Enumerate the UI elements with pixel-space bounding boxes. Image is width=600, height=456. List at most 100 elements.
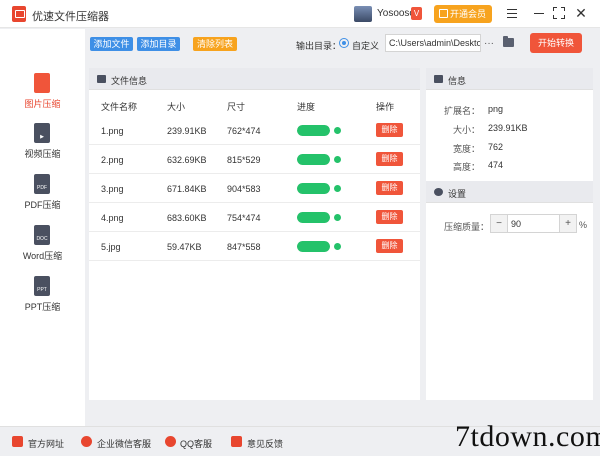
delete-button[interactable]: 删除 <box>376 152 403 166</box>
col-header-progress: 进度 <box>297 102 316 112</box>
doc-file-icon: DOC <box>34 225 50 245</box>
qq-support-link[interactable]: QQ客服 <box>180 437 212 450</box>
browse-button[interactable]: ··· <box>484 38 494 49</box>
file-list-title: 文件信息 <box>111 76 148 86</box>
file-name: 2.png <box>101 155 124 165</box>
output-path-input[interactable]: C:\Users\admin\Deskto <box>385 34 481 52</box>
add-folder-button[interactable]: 添加目录 <box>137 37 180 51</box>
info-width-label: 宽度： <box>452 144 480 154</box>
watermark: 7tdown.com <box>455 420 600 453</box>
title-bar: 优速文件压缩器 Yosoosoft V 开通会员 ✕ <box>0 0 600 28</box>
file-dims: 815*529 <box>227 155 261 165</box>
file-list-panel: 文件信息 文件名称 大小 尺寸 进度 操作 1.png 239.91KB 762… <box>89 68 420 400</box>
progress-bar <box>297 241 330 252</box>
table-row[interactable]: 4.png 683.60KB 754*474 删除 <box>89 203 420 232</box>
delete-button[interactable]: 删除 <box>376 239 403 253</box>
maximize-icon[interactable] <box>552 6 566 20</box>
open-membership-button[interactable]: 开通会员 <box>434 5 492 23</box>
crown-icon <box>439 9 448 18</box>
table-row[interactable]: 2.png 632.69KB 815*529 删除 <box>89 145 420 174</box>
quality-decrease-button[interactable]: − <box>491 215 508 232</box>
table-row[interactable]: 5.jpg 59.47KB 847*558 删除 <box>89 232 420 261</box>
progress-fill <box>297 154 330 165</box>
image-file-icon <box>34 73 50 93</box>
wechat-icon <box>81 436 92 447</box>
avatar[interactable] <box>354 6 372 22</box>
delete-button[interactable]: 删除 <box>376 181 403 195</box>
progress-bar <box>297 212 330 223</box>
vip-badge-icon: V <box>411 7 422 20</box>
file-name: 3.png <box>101 184 124 194</box>
delete-button[interactable]: 删除 <box>376 123 403 137</box>
wechat-support-link[interactable]: 企业微信客服 <box>97 437 151 450</box>
done-check-icon <box>334 127 341 134</box>
sidebar-item-pdf-compress[interactable]: PDF PDF压缩 <box>0 174 85 220</box>
info-panel: 信息 扩展名： png 大小： 239.91KB 宽度： 762 高度： 474… <box>426 68 593 400</box>
col-header-dims: 尺寸 <box>227 102 246 112</box>
folder-icon[interactable] <box>503 36 514 47</box>
toolbar: 添加文件 添加目录 清除列表 输出目录： 自定义 C:\Users\admin\… <box>85 29 600 63</box>
sidebar-item-label: 图片压缩 <box>24 99 61 109</box>
file-size: 683.60KB <box>167 213 207 223</box>
settings-header: 设置 <box>426 181 593 203</box>
minimize-icon[interactable] <box>532 6 546 20</box>
output-dir-label: 输出目录： <box>296 41 342 51</box>
file-size: 59.47KB <box>167 242 202 252</box>
info-width-value: 762 <box>488 142 504 152</box>
website-icon <box>12 436 23 447</box>
col-header-size: 大小 <box>167 102 186 112</box>
qq-icon <box>165 436 176 447</box>
table-row[interactable]: 3.png 671.84KB 904*583 删除 <box>89 174 420 203</box>
add-file-button[interactable]: 添加文件 <box>90 37 133 51</box>
col-header-action: 操作 <box>376 102 395 112</box>
pdf-file-icon: PDF <box>34 174 50 194</box>
info-height-value: 474 <box>488 160 504 170</box>
quality-unit: % <box>579 220 588 230</box>
custom-radio-label[interactable]: 自定义 <box>352 39 379 52</box>
file-dims: 762*474 <box>227 126 261 136</box>
col-header-name: 文件名称 <box>101 102 138 112</box>
gear-icon <box>434 188 443 196</box>
sidebar-item-label: PPT压缩 <box>24 302 61 312</box>
sidebar-item-image-compress[interactable]: 图片压缩 <box>0 73 85 119</box>
file-dims: 904*583 <box>227 184 261 194</box>
app-logo-icon <box>12 6 26 22</box>
sidebar: 图片压缩 ▶ 视频压缩 PDF PDF压缩 DOC Word压缩 PPT PPT… <box>0 29 85 426</box>
custom-radio[interactable] <box>339 38 349 48</box>
settings-title: 设置 <box>448 189 467 199</box>
app-title: 优速文件压缩器 <box>32 11 109 23</box>
table-row[interactable]: 1.png 239.91KB 762*474 删除 <box>89 116 420 145</box>
open-membership-label: 开通会员 <box>450 9 487 19</box>
feedback-link[interactable]: 意见反馈 <box>247 437 283 450</box>
delete-button[interactable]: 删除 <box>376 210 403 224</box>
file-name: 1.png <box>101 126 124 136</box>
info-height-label: 高度： <box>452 162 480 172</box>
website-link[interactable]: 官方网址 <box>28 437 64 450</box>
sidebar-item-word-compress[interactable]: DOC Word压缩 <box>0 225 85 271</box>
progress-bar <box>297 183 330 194</box>
file-list-header: 文件信息 <box>89 68 420 90</box>
file-dims: 754*474 <box>227 213 261 223</box>
file-dims: 847*558 <box>227 242 261 252</box>
sidebar-item-label: 视频压缩 <box>24 149 61 159</box>
menu-icon[interactable] <box>505 6 519 20</box>
quality-stepper[interactable]: − 90 + <box>490 214 577 233</box>
quality-label: 压缩质量： <box>444 222 490 232</box>
quality-value[interactable]: 90 <box>511 219 521 229</box>
sidebar-item-label: PDF压缩 <box>24 200 61 210</box>
progress-fill <box>297 212 330 223</box>
progress-bar <box>297 125 330 136</box>
clear-list-button[interactable]: 清除列表 <box>193 37 237 51</box>
done-check-icon <box>334 185 341 192</box>
file-size: 239.91KB <box>167 126 207 136</box>
info-title: 信息 <box>448 76 467 86</box>
quality-increase-button[interactable]: + <box>559 215 576 232</box>
feedback-icon <box>231 436 242 447</box>
sidebar-item-ppt-compress[interactable]: PPT PPT压缩 <box>0 276 85 322</box>
done-check-icon <box>334 243 341 250</box>
sidebar-item-video-compress[interactable]: ▶ 视频压缩 <box>0 123 85 169</box>
image-icon <box>434 75 443 83</box>
start-convert-button[interactable]: 开始转换 <box>530 33 582 53</box>
info-ext-value: png <box>488 104 504 114</box>
close-icon[interactable]: ✕ <box>574 6 588 20</box>
